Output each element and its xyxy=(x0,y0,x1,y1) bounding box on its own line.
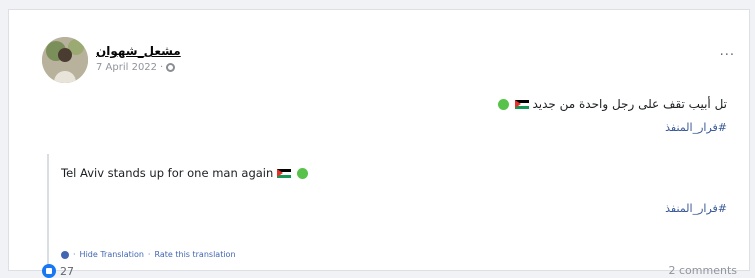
palestine-flag-icon xyxy=(276,169,291,178)
more-options-button[interactable]: ... xyxy=(720,44,735,59)
comments-link[interactable]: 2 comments xyxy=(669,264,738,277)
translation-hashtag-link[interactable]: #فرار_المنفذ xyxy=(665,202,727,215)
author-name[interactable]: مشعل_شهوان xyxy=(96,44,181,58)
translation-text: Tel Aviv stands up for one man again xyxy=(61,166,310,180)
post-date[interactable]: 7 April 2022 xyxy=(96,62,157,73)
like-icon xyxy=(42,264,56,278)
translation-separator: · xyxy=(73,250,76,259)
post-text: تل أبيب تقف على رجل واحدة من جديد xyxy=(496,97,727,111)
reaction-count: 27 xyxy=(60,264,74,278)
post-card: مشعل_شهوان 7 April 2022 · ... تل أبيب تق… xyxy=(8,9,750,278)
profile-photo xyxy=(42,37,88,83)
hashtag-link[interactable]: #فرار_المنفذ xyxy=(665,121,727,134)
original-text: تل أبيب تقف على رجل واحدة من جديد xyxy=(532,97,727,111)
palestine-flag-icon xyxy=(514,100,529,109)
hide-translation-link[interactable]: Hide Translation xyxy=(80,250,144,259)
globe-icon xyxy=(166,63,176,72)
translation-controls: · Hide Translation · Rate this translati… xyxy=(61,250,236,259)
translation-separator: · xyxy=(147,250,151,259)
translation-divider xyxy=(47,154,49,267)
rate-translation-link[interactable]: Rate this translation xyxy=(154,250,235,259)
meta-separator: · xyxy=(160,62,164,73)
post-meta: 7 April 2022 · xyxy=(96,62,176,73)
avatar[interactable] xyxy=(42,37,88,83)
green-heart-icon xyxy=(497,99,509,110)
green-heart-icon xyxy=(296,168,308,179)
translate-icon xyxy=(61,250,69,259)
translation-text-content: Tel Aviv stands up for one man again xyxy=(61,166,274,180)
reactions-summary[interactable]: 27 xyxy=(42,264,74,278)
